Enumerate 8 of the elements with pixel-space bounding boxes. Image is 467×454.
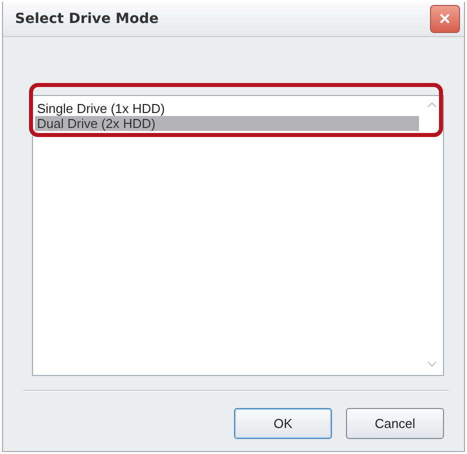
drive-list[interactable]: Single Drive (1x HDD) Dual Drive (2x HDD) [32, 95, 444, 376]
list-item[interactable]: Single Drive (1x HDD) [35, 101, 419, 116]
cancel-button[interactable]: Cancel [346, 408, 444, 439]
list-item[interactable]: Dual Drive (2x HDD) [35, 116, 419, 131]
ok-button[interactable]: OK [234, 408, 332, 439]
window-title: Select Drive Mode [15, 11, 159, 27]
scroll-down-icon[interactable] [427, 361, 437, 367]
scroll-up-icon[interactable] [427, 102, 437, 108]
